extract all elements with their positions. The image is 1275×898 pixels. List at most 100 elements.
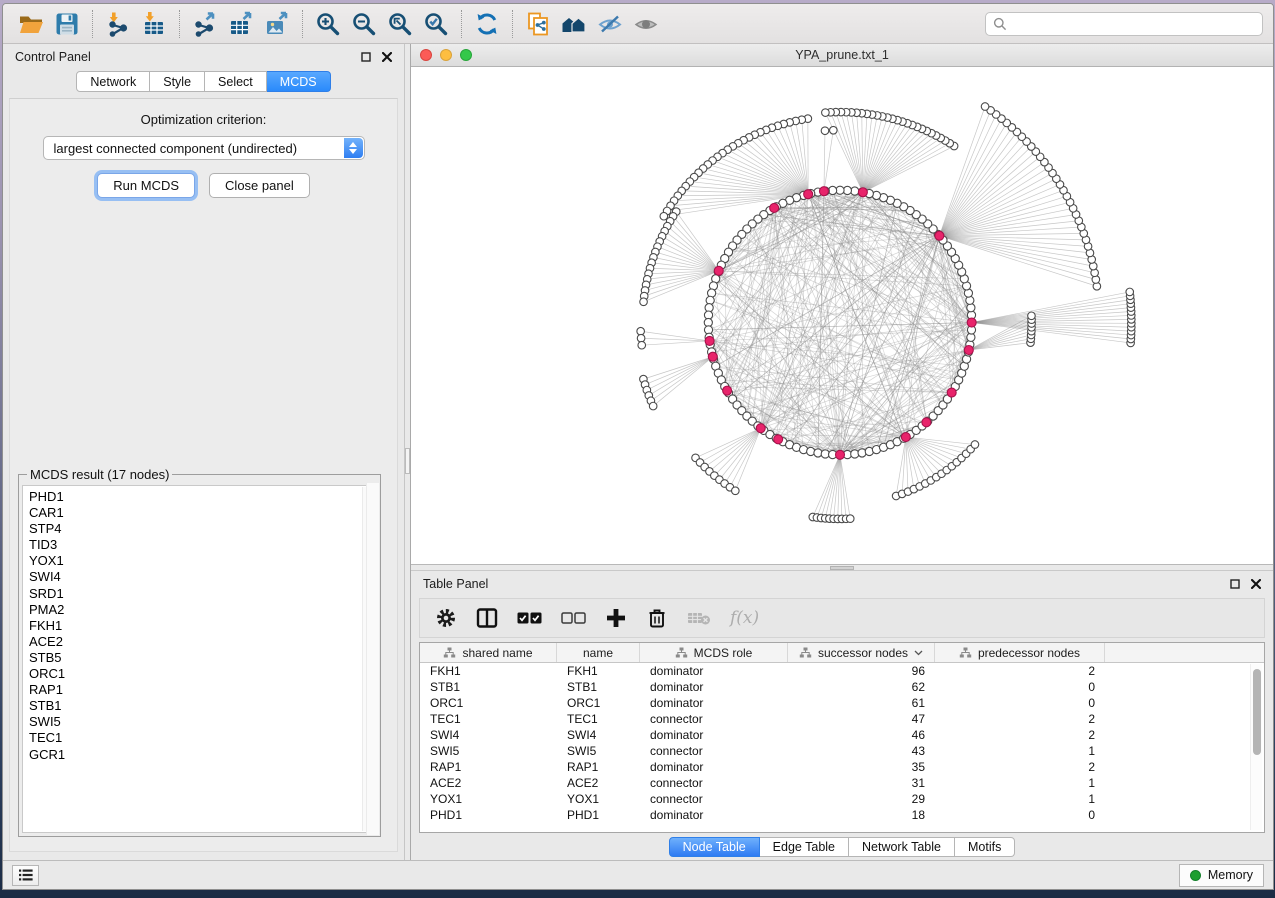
tab-motifs[interactable]: Motifs xyxy=(955,837,1015,857)
mcds-result-item[interactable]: SWI4 xyxy=(29,569,376,585)
network-node[interactable] xyxy=(640,298,648,306)
column-header-MCDS-role[interactable]: MCDS role xyxy=(640,643,788,662)
table-row[interactable]: FKH1FKH1dominator962 xyxy=(420,663,1264,679)
panel-splitter[interactable] xyxy=(404,44,411,860)
table-splitter[interactable] xyxy=(411,564,1273,571)
dominator-node[interactable] xyxy=(723,386,732,395)
network-node[interactable] xyxy=(1126,288,1134,296)
zoom-selected-icon[interactable] xyxy=(418,8,454,40)
mcds-result-item[interactable]: ACE2 xyxy=(29,634,376,650)
zoom-fit-icon[interactable] xyxy=(382,8,418,40)
tab-network-table[interactable]: Network Table xyxy=(849,837,955,857)
close-window-icon[interactable] xyxy=(420,49,432,61)
mcds-result-item[interactable]: TID3 xyxy=(29,537,376,553)
table-row[interactable]: ACE2ACE2connector311 xyxy=(420,775,1264,791)
import-network-icon[interactable] xyxy=(100,8,136,40)
network-node[interactable] xyxy=(638,341,646,349)
network-node[interactable] xyxy=(732,487,740,495)
mcds-result-item[interactable]: ORC1 xyxy=(29,666,376,682)
dominator-node[interactable] xyxy=(901,433,910,442)
mcds-result-item[interactable]: PMA2 xyxy=(29,602,376,618)
run-mcds-button[interactable]: Run MCDS xyxy=(97,173,195,198)
dominator-node[interactable] xyxy=(770,203,779,212)
network-node[interactable] xyxy=(971,441,979,449)
network-node[interactable] xyxy=(846,515,854,523)
close-panel-button[interactable]: Close panel xyxy=(209,173,310,198)
zoom-out-icon[interactable] xyxy=(346,8,382,40)
close-panel-icon[interactable] xyxy=(1251,579,1261,589)
dominator-node[interactable] xyxy=(804,190,813,199)
dominator-node[interactable] xyxy=(967,318,976,327)
dominator-node[interactable] xyxy=(705,336,714,345)
tab-network[interactable]: Network xyxy=(76,71,150,92)
table-row[interactable]: YOX1YOX1connector291 xyxy=(420,791,1264,807)
tab-edge-table[interactable]: Edge Table xyxy=(760,837,849,857)
network-node[interactable] xyxy=(822,109,830,117)
mcds-result-item[interactable]: YOX1 xyxy=(29,553,376,569)
show-columns-icon[interactable] xyxy=(476,607,498,629)
table-options-icon[interactable] xyxy=(435,607,457,629)
dominator-node[interactable] xyxy=(836,450,845,459)
criterion-dropdown[interactable]: largest connected component (undirected) xyxy=(43,136,365,160)
dominator-node[interactable] xyxy=(819,187,828,196)
network-node[interactable] xyxy=(1028,312,1036,320)
mcds-result-item[interactable]: SRD1 xyxy=(29,586,376,602)
column-header-predecessor-nodes[interactable]: predecessor nodes xyxy=(935,643,1105,662)
select-all-rows-icon[interactable] xyxy=(517,611,542,625)
memory-button[interactable]: Memory xyxy=(1179,864,1264,887)
network-node[interactable] xyxy=(660,212,668,220)
network-node[interactable] xyxy=(830,126,838,134)
show-panels-button[interactable] xyxy=(12,865,39,886)
search-input[interactable] xyxy=(1012,16,1255,32)
column-header-shared-name[interactable]: shared name xyxy=(420,643,557,662)
mcds-result-item[interactable]: RAP1 xyxy=(29,682,376,698)
dominator-node[interactable] xyxy=(774,435,783,444)
mcds-result-item[interactable]: GCR1 xyxy=(29,747,376,763)
table-row[interactable]: SWI5SWI5connector431 xyxy=(420,743,1264,759)
zoom-in-icon[interactable] xyxy=(310,8,346,40)
dominator-node[interactable] xyxy=(858,188,867,197)
table-row[interactable]: ORC1ORC1dominator610 xyxy=(420,695,1264,711)
open-file-icon[interactable] xyxy=(13,8,49,40)
hide-selected-icon[interactable] xyxy=(592,8,628,40)
dominator-node[interactable] xyxy=(714,266,723,275)
search-field[interactable] xyxy=(985,12,1263,36)
table-row[interactable]: STB1STB1dominator620 xyxy=(420,679,1264,695)
mcds-result-item[interactable]: CAR1 xyxy=(29,505,376,521)
tab-select[interactable]: Select xyxy=(205,71,267,92)
mcds-result-item[interactable]: STB5 xyxy=(29,650,376,666)
tab-style[interactable]: Style xyxy=(150,71,205,92)
network-node[interactable] xyxy=(649,402,657,410)
dominator-node[interactable] xyxy=(964,346,973,355)
delete-column-icon[interactable] xyxy=(646,607,668,629)
mcds-result-item[interactable]: TEC1 xyxy=(29,730,376,746)
mcds-result-item[interactable]: SWI5 xyxy=(29,714,376,730)
clone-network-icon[interactable] xyxy=(520,8,556,40)
splitter-handle[interactable] xyxy=(405,448,410,474)
table-row[interactable]: RAP1RAP1dominator352 xyxy=(420,759,1264,775)
table-row[interactable]: PHD1PHD1dominator180 xyxy=(420,807,1264,823)
dominator-node[interactable] xyxy=(756,424,765,433)
tab-node-table[interactable]: Node Table xyxy=(669,837,760,857)
save-session-icon[interactable] xyxy=(49,8,85,40)
result-list-scrollbar[interactable] xyxy=(366,483,379,835)
deselect-all-rows-icon[interactable] xyxy=(561,611,586,625)
mcds-result-item[interactable]: STB1 xyxy=(29,698,376,714)
export-table-icon[interactable] xyxy=(223,8,259,40)
table-row[interactable]: TEC1TEC1connector472 xyxy=(420,711,1264,727)
export-network-icon[interactable] xyxy=(187,8,223,40)
network-node[interactable] xyxy=(821,127,829,135)
network-canvas[interactable] xyxy=(411,67,1273,564)
float-panel-icon[interactable] xyxy=(1230,579,1240,589)
dominator-node[interactable] xyxy=(935,231,944,240)
table-scrollbar[interactable] xyxy=(1250,664,1262,830)
column-header-successor-nodes[interactable]: successor nodes xyxy=(788,643,935,662)
import-table-icon[interactable] xyxy=(136,8,172,40)
dominator-node[interactable] xyxy=(708,352,717,361)
maximize-window-icon[interactable] xyxy=(460,49,472,61)
show-all-icon[interactable] xyxy=(628,8,664,40)
add-column-icon[interactable] xyxy=(605,607,627,629)
network-node[interactable] xyxy=(981,103,989,111)
mcds-result-item[interactable]: FKH1 xyxy=(29,618,376,634)
column-header-name[interactable]: name xyxy=(557,643,640,662)
